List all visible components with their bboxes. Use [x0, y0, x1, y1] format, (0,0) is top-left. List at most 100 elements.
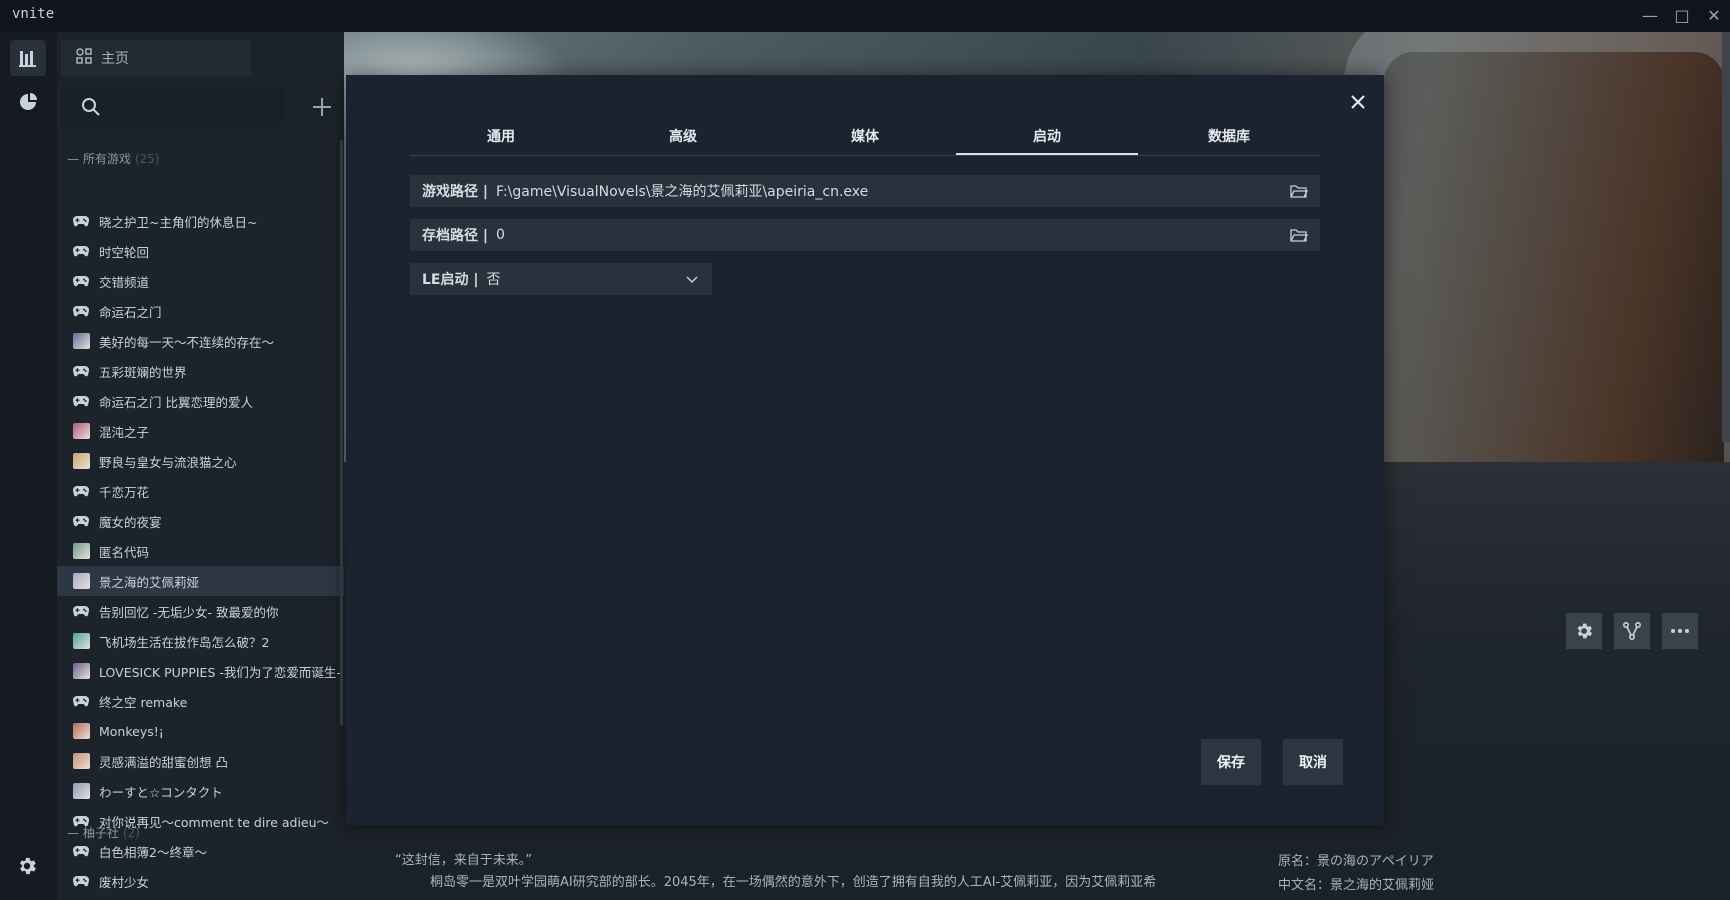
group-name: 柚子社 [82, 826, 119, 840]
game-list-item[interactable]: 野良与皇女与流浪猫之心 [57, 446, 344, 476]
grid-icon [75, 47, 93, 69]
game-list-item[interactable]: Monkeys!¡ [57, 716, 344, 746]
save-path-field[interactable]: 存档路径 | 0 [410, 219, 1320, 251]
game-path-label: 游戏路径 | [422, 184, 488, 200]
folder-icon[interactable] [1290, 183, 1309, 203]
dialog-tabs: 通用 高级 媒体 启动 数据库 [410, 121, 1320, 156]
game-list-item[interactable]: 魔女的夜宴 [57, 506, 344, 536]
le-launch-select[interactable]: LE启动 | 否 [410, 263, 712, 295]
group-header-yuzusoft[interactable]: — 柚子社 (2) [67, 824, 140, 841]
game-title: 混沌之子 [99, 424, 150, 440]
desc-line: 桐岛零一是双叶学园萌AI研究部的部长。2045年，在一场偶然的意外下，创造了拥有… [430, 875, 1157, 890]
game-path-field[interactable]: 游戏路径 | F:\game\VisualNovels\景之海的艾佩莉亚\ape… [410, 175, 1320, 207]
gamepad-icon [73, 604, 91, 618]
game-list-item[interactable]: 匿名代码 [57, 536, 344, 566]
app-title: vnite [12, 6, 55, 22]
game-list-item[interactable]: 晓之护卫~主角们的休息日~ [57, 206, 344, 236]
game-list-item[interactable]: 五彩斑斓的世界 [57, 356, 344, 386]
title-bar: vnite — □ ✕ [0, 0, 1730, 32]
more-options-icon[interactable] [1662, 613, 1698, 649]
search-box[interactable] [61, 87, 286, 127]
gamepad-icon [73, 694, 91, 708]
nodes-icon[interactable] [1614, 613, 1650, 649]
gamepad-icon [73, 304, 91, 318]
page-scrollbar[interactable] [1722, 32, 1730, 442]
tab-advanced[interactable]: 高级 [592, 121, 774, 155]
save-button[interactable]: 保存 [1201, 739, 1261, 785]
game-list-item[interactable]: 美好的每一天～不连续的存在～ [57, 326, 344, 356]
group-count: (2) [122, 826, 140, 840]
cover-thumbnail [73, 423, 91, 439]
game-list-item[interactable]: 混沌之子 [57, 416, 344, 446]
library-icon[interactable] [10, 40, 46, 76]
home-tab[interactable]: 主页 [61, 40, 251, 76]
cancel-button[interactable]: 取消 [1283, 739, 1343, 785]
game-title: 时空轮回 [99, 244, 150, 260]
close-window-icon[interactable]: ✕ [1702, 6, 1726, 26]
game-title: LOVESICK PUPPIES -我们为了恋爱而诞生- [99, 664, 341, 680]
home-label: 主页 [101, 51, 129, 67]
game-title: 野良与皇女与流浪猫之心 [99, 454, 237, 470]
desc-line: “这封信，来自于未来。” [395, 853, 532, 868]
folder-icon[interactable] [1290, 227, 1309, 247]
chinese-name: 中文名：景之海的艾佩莉娅 [1278, 878, 1435, 893]
game-list-item[interactable]: 飞机场生活在拔作岛怎么破？2 [57, 626, 344, 656]
add-game-button[interactable] [305, 90, 339, 124]
tab-media[interactable]: 媒体 [774, 121, 956, 155]
le-launch-value: 否 [486, 272, 501, 288]
minimize-icon[interactable]: — [1638, 6, 1662, 26]
game-list-item[interactable]: 废村少女 [57, 866, 344, 896]
maximize-icon[interactable]: □ [1670, 6, 1694, 26]
stats-pie-icon[interactable] [10, 84, 46, 120]
cover-thumbnail [73, 633, 91, 649]
settings-icon[interactable] [16, 855, 38, 881]
game-title: 告别回忆 -无垢少女- 致最爱的你 [99, 604, 279, 620]
game-title: 灵感满溢的甜蜜创想 凸 [99, 754, 228, 770]
game-list-item[interactable]: 告别回忆 -无垢少女- 致最爱的你 [57, 596, 344, 626]
original-name: 原名：景の海のアペイリア [1278, 854, 1434, 869]
gamepad-icon [73, 514, 91, 528]
tab-launch[interactable]: 启动 [956, 121, 1138, 155]
tab-general[interactable]: 通用 [410, 121, 592, 155]
chevron-down-icon [686, 272, 698, 288]
game-list-item[interactable]: LOVESICK PUPPIES -我们为了恋爱而诞生- [57, 656, 344, 686]
gamepad-icon [73, 274, 91, 288]
cover-thumbnail [73, 753, 91, 769]
gamepad-icon [73, 364, 91, 378]
group-name: 所有游戏 [82, 152, 131, 166]
game-list-item[interactable]: 灵感满溢的甜蜜创想 凸 [57, 746, 344, 776]
game-title: 终之空 remake [99, 694, 188, 710]
cover-thumbnail [73, 783, 91, 799]
game-list-item[interactable]: 命运石之门 比翼恋理的爱人 [57, 386, 344, 416]
cover-thumbnail [73, 543, 91, 559]
game-settings-button[interactable] [1566, 613, 1602, 649]
game-list-item[interactable]: 景之海的艾佩莉娅 [57, 566, 344, 596]
game-title: 五彩斑斓的世界 [99, 364, 187, 380]
save-path-value: 0 [496, 227, 505, 243]
game-metadata: 原名：景の海のアペイリア 中文名：景之海的艾佩莉娅 [1278, 850, 1434, 898]
sidebar-scrollbar[interactable] [340, 140, 343, 725]
game-title: 飞机场生活在拔作岛怎么破？2 [99, 634, 270, 650]
game-sidebar: 主页 — 所有游戏 (25) 晓之护卫~主角们的休息日~ 时空轮回 交错频道 命运石之门… [57, 32, 344, 900]
game-title: Monkeys!¡ [99, 723, 164, 739]
game-list-item[interactable]: 交错频道 [57, 266, 344, 296]
close-icon[interactable] [1346, 90, 1370, 114]
game-list-item[interactable]: 终之空 remake [57, 686, 344, 716]
game-description: “这封信，来自于未来。” 桐岛零一是双叶学园萌AI研究部的部长。2045年，在一… [395, 850, 1225, 894]
tab-database[interactable]: 数据库 [1138, 121, 1320, 155]
game-list-item[interactable]: わーすと☆コンタクト [57, 776, 344, 806]
group-count: (25) [134, 152, 160, 166]
gamepad-icon [73, 244, 91, 258]
game-title: 白色相簿2～终章～ [99, 844, 207, 860]
game-title: わーすと☆コンタクト [99, 784, 223, 800]
game-path-value: F:\game\VisualNovels\景之海的艾佩莉亚\apeiria_cn… [496, 184, 869, 200]
game-list-item[interactable]: 千恋万花 [57, 476, 344, 506]
gamepad-icon [73, 484, 91, 498]
game-list-item[interactable]: 命运石之门 [57, 296, 344, 326]
gamepad-icon [73, 394, 91, 408]
group-header-all[interactable]: — 所有游戏 (25) [67, 150, 159, 167]
game-title: 晓之护卫~主角们的休息日~ [99, 214, 258, 230]
game-title: 景之海的艾佩莉娅 [99, 574, 200, 590]
game-list-item[interactable]: 时空轮回 [57, 236, 344, 266]
game-title: 美好的每一天～不连续的存在～ [99, 334, 275, 350]
